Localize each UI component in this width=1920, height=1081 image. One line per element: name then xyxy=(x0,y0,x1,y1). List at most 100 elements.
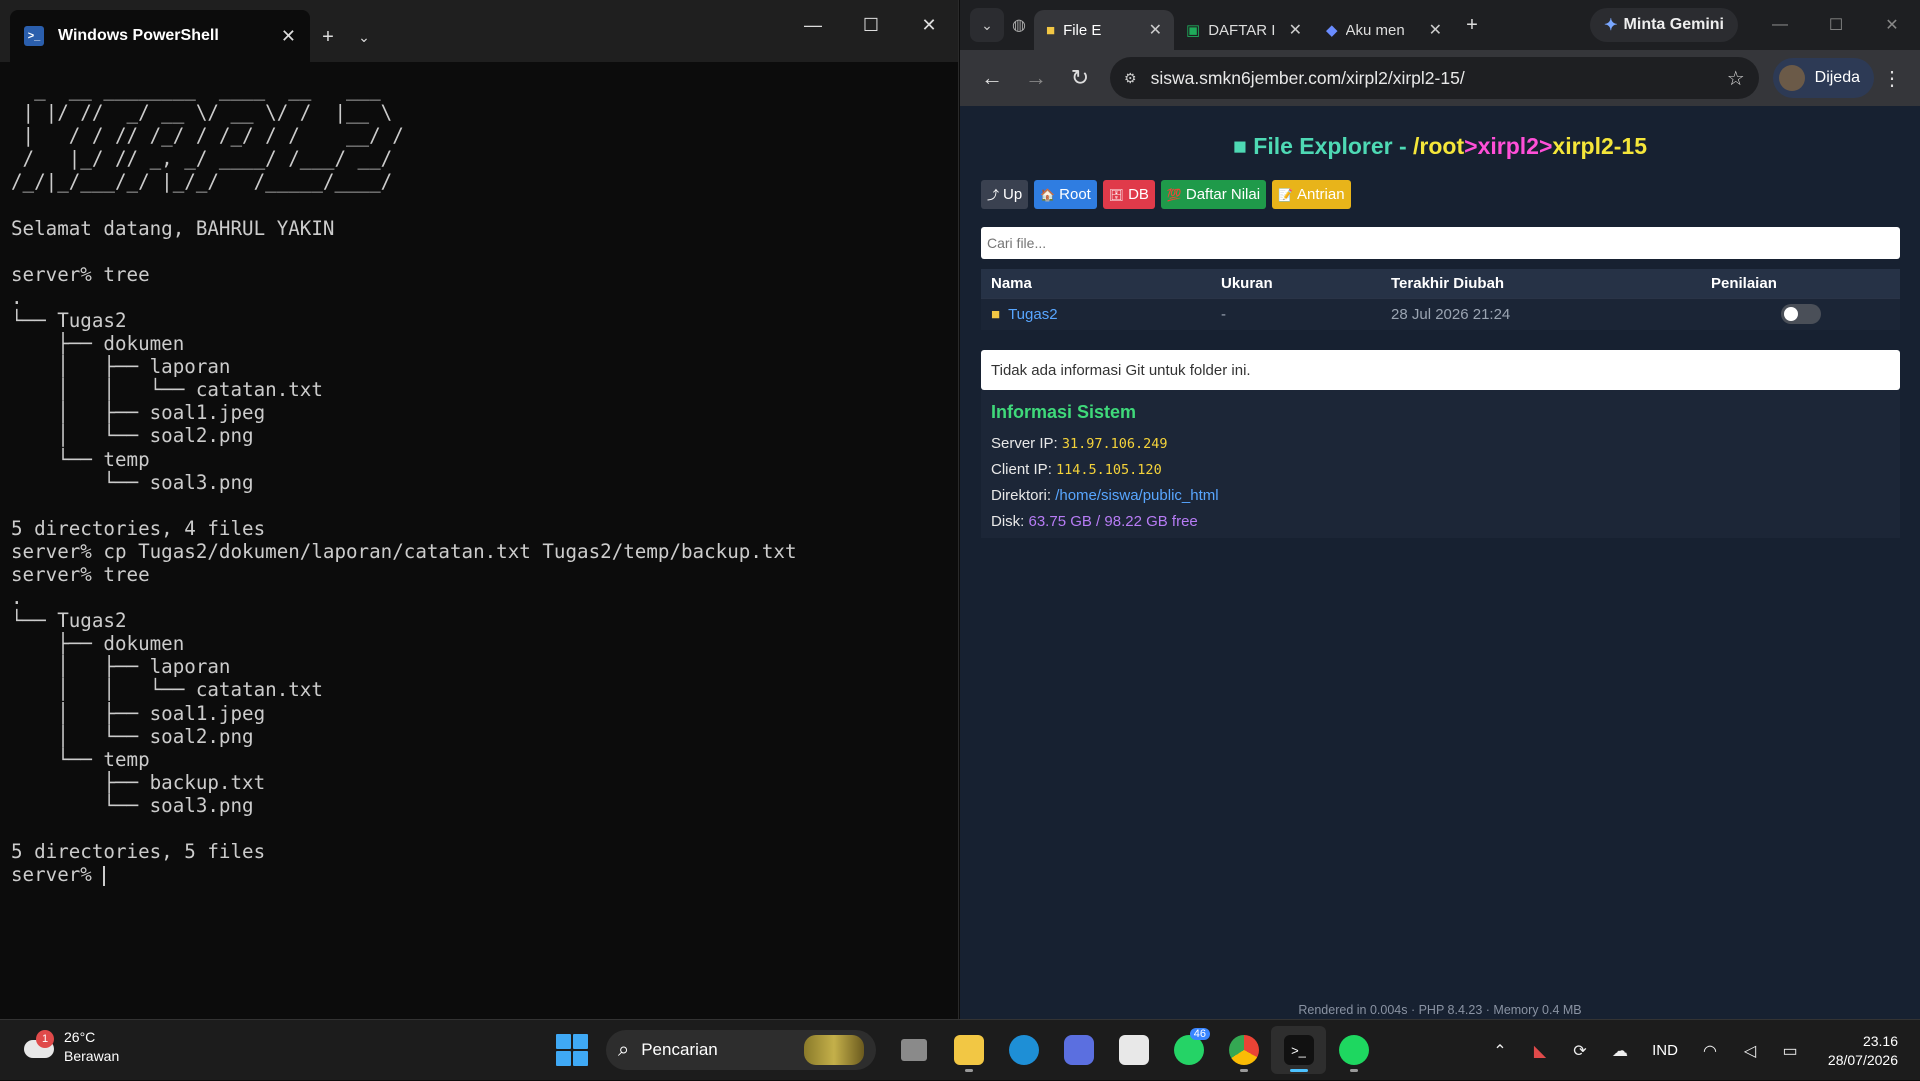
file-explorer-taskbar[interactable] xyxy=(941,1026,996,1074)
gemini-button[interactable]: ✦ Minta Gemini xyxy=(1590,8,1738,42)
sync-icon[interactable]: ⟳ xyxy=(1560,1031,1600,1071)
address-bar[interactable]: ⚙ siswa.smkn6jember.com/xirpl2/xirpl2-15… xyxy=(1110,57,1759,99)
terminal-line: │ ├── soal1.jpeg xyxy=(11,401,266,425)
close-icon[interactable]: ✕ xyxy=(1149,20,1162,40)
menu-icon[interactable]: ⋮ xyxy=(1874,66,1910,91)
terminal-line: └── temp xyxy=(11,747,150,771)
terminal-tab[interactable]: >_ Windows PowerShell ✕ xyxy=(10,10,310,62)
action-button-daftar-nilai[interactable]: 💯 Daftar Nilai xyxy=(1160,180,1267,209)
close-window-button[interactable]: ✕ xyxy=(1864,15,1920,35)
whatsapp-taskbar[interactable]: 46 xyxy=(1161,1026,1216,1074)
terminal-prompt-line[interactable]: server% xyxy=(11,863,958,886)
search-input[interactable] xyxy=(987,235,1894,251)
spotify-taskbar[interactable] xyxy=(1326,1026,1381,1074)
cloud-sun-icon: 1 xyxy=(22,1030,56,1064)
grading-toggle[interactable] xyxy=(1781,304,1821,325)
site-info-icon[interactable]: ⚙ xyxy=(1124,70,1137,87)
reload-icon[interactable]: ↻ xyxy=(1058,58,1102,98)
text-cursor xyxy=(103,865,106,886)
chevron-up-icon[interactable]: ⌃ xyxy=(1480,1031,1520,1071)
terminal-line: | |/ // _/ __ \/ __ \/ / |__ \ xyxy=(11,101,393,125)
maximize-button[interactable]: ☐ xyxy=(842,0,900,50)
wifi-icon[interactable]: ◠ xyxy=(1690,1031,1730,1071)
folder-icon: ■ xyxy=(1232,133,1247,159)
language-indicator[interactable]: IND xyxy=(1640,1042,1690,1059)
col-size[interactable]: Ukuran xyxy=(1211,269,1381,298)
minimize-button[interactable]: — xyxy=(1752,16,1808,34)
close-icon[interactable]: ✕ xyxy=(1289,20,1302,40)
tab-search-button[interactable]: ⌄ xyxy=(970,8,1004,42)
bookmark-star-icon[interactable]: ☆ xyxy=(1727,66,1745,91)
action-button-db[interactable]: 🗄 DB xyxy=(1102,180,1155,209)
file-modified: 28 Jul 2026 21:24 xyxy=(1381,297,1701,330)
task-view-button[interactable] xyxy=(886,1026,941,1074)
start-button[interactable] xyxy=(548,1026,596,1074)
new-tab-button[interactable]: + xyxy=(310,12,346,62)
close-tab-icon[interactable]: ✕ xyxy=(281,26,296,47)
volume-icon[interactable]: ◁ xyxy=(1730,1031,1770,1071)
file-link[interactable]: Tugas2 xyxy=(1008,306,1057,323)
path-part[interactable]: xirpl2 xyxy=(1478,133,1539,159)
path-root[interactable]: /root xyxy=(1413,133,1464,159)
page-footer: Rendered in 0.004s · PHP 8.4.23 · Memory… xyxy=(1298,1003,1582,1017)
tab-label: Aku men xyxy=(1345,21,1405,39)
edge-taskbar[interactable] xyxy=(996,1026,1051,1074)
terminal-line: └── soal3.png xyxy=(11,470,254,494)
profile-button[interactable]: Dijeda xyxy=(1772,58,1874,98)
back-icon[interactable]: ← xyxy=(970,58,1014,98)
avatar xyxy=(1778,65,1805,91)
tab-aku[interactable]: ◆ Aku men ✕ xyxy=(1314,10,1454,50)
col-grading[interactable]: Penilaian xyxy=(1701,269,1900,298)
date: 28/07/2026 xyxy=(1827,1051,1898,1068)
action-button-root[interactable]: 🏠 Root xyxy=(1034,180,1097,209)
notification-badge: 1 xyxy=(36,1030,54,1048)
path-part[interactable]: xirpl2-15 xyxy=(1552,133,1647,159)
action-button-antrian[interactable]: 📝 Antrian xyxy=(1272,180,1351,209)
url-text: siswa.smkn6jember.com/xirpl2/xirpl2-15/ xyxy=(1150,67,1465,88)
client-ip-row: Client IP: 114.5.105.120 xyxy=(991,457,1890,483)
new-tab-button[interactable]: + xyxy=(1454,14,1490,37)
onedrive-cloud-icon[interactable]: ☁ xyxy=(1600,1031,1640,1071)
file-search[interactable] xyxy=(981,227,1900,259)
terminal-window[interactable]: >_ Windows PowerShell ✕ + ⌄ — ☐ ✕ _ __ _… xyxy=(0,0,959,1019)
tab-daftar[interactable]: ▣ DAFTAR I ✕ xyxy=(1174,10,1314,50)
battery-icon[interactable]: ▭ xyxy=(1770,1031,1810,1071)
task-view-icon xyxy=(900,1039,927,1061)
terminal-taskbar[interactable]: >_ xyxy=(1271,1026,1326,1074)
directory-row: Direktori: /home/siswa/public_html xyxy=(991,483,1890,509)
terminal-icon: >_ xyxy=(1283,1035,1314,1065)
disk-row: Disk: 63.75 GB / 98.22 GB free xyxy=(991,509,1890,535)
browser-window[interactable]: ⌄ ◍ ■ File E ✕ ▣ DAFTAR I ✕ ◆ Aku men ✕ … xyxy=(960,0,1920,1019)
table-row[interactable]: ■ Tugas2 - 28 Jul 2026 21:24 xyxy=(981,297,1900,330)
minimize-button[interactable]: — xyxy=(784,0,842,50)
tab-file-explorer[interactable]: ■ File E ✕ xyxy=(1034,10,1174,50)
terminal-line: │ └── soal2.png xyxy=(11,424,254,448)
taskbar-search[interactable]: ⌕ Pencarian xyxy=(606,1030,876,1070)
forward-icon[interactable]: → xyxy=(1014,58,1058,98)
col-name[interactable]: Nama xyxy=(981,269,1211,298)
terminal-line: Selamat datang, BAHRUL YAKIN xyxy=(11,216,335,240)
button-label: DB xyxy=(1128,186,1149,203)
disk-usage: 63.75 GB / 98.22 GB free xyxy=(1028,513,1198,530)
close-window-button[interactable]: ✕ xyxy=(900,0,958,50)
clock[interactable]: 23.16 28/07/2026 xyxy=(1810,1032,1920,1070)
col-modified[interactable]: Terakhir Diubah xyxy=(1381,269,1701,298)
tab-dropdown-button[interactable]: ⌄ xyxy=(346,12,382,62)
maximize-button[interactable]: ☐ xyxy=(1808,15,1864,35)
close-icon[interactable]: ✕ xyxy=(1429,20,1442,40)
label: Direktori: xyxy=(991,487,1056,504)
chrome-taskbar[interactable] xyxy=(1216,1026,1271,1074)
terminal-tab-title: Windows PowerShell xyxy=(58,27,219,44)
server-ip-row: Server IP: 31.97.106.249 xyxy=(991,431,1890,457)
terminal-line: /_/|_/___/_/ |_/_/ /_____/____/ xyxy=(11,170,393,194)
terminal-output[interactable]: _ __ ________ ____ __ ___ | |/ // _/ __ … xyxy=(0,62,958,886)
antivirus-icon[interactable]: ◣ xyxy=(1520,1031,1560,1071)
weather-widget[interactable]: 1 26°C Berawan xyxy=(22,1028,119,1066)
directory-path: /home/siswa/public_html xyxy=(1055,487,1219,504)
copilot-taskbar[interactable] xyxy=(1051,1026,1106,1074)
terminal-line: ├── dokumen xyxy=(11,332,185,356)
action-button-up[interactable]: ⤴ Up xyxy=(981,180,1029,209)
store-taskbar[interactable] xyxy=(1106,1026,1161,1074)
